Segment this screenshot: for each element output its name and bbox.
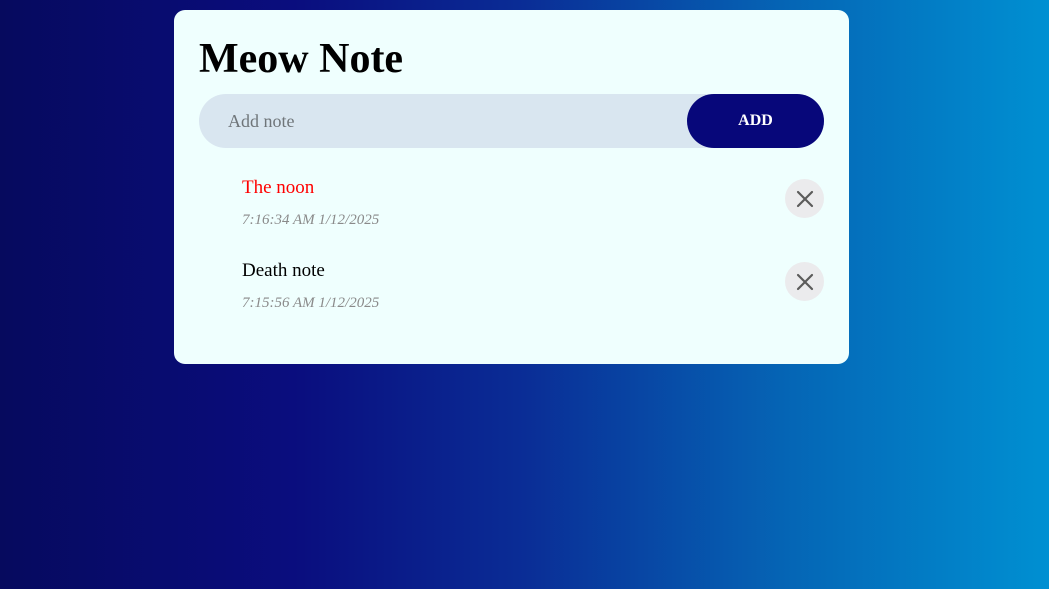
delete-note-button[interactable] xyxy=(785,262,824,301)
note-timestamp: 7:15:56 AM 1/12/2025 xyxy=(242,295,380,311)
close-icon xyxy=(796,190,813,207)
note-list: The noon 7:16:34 AM 1/12/2025 Death note… xyxy=(174,176,849,342)
app-title: Meow Note xyxy=(199,36,404,82)
close-icon xyxy=(796,273,813,290)
note-item: The noon 7:16:34 AM 1/12/2025 xyxy=(174,176,849,259)
delete-note-button[interactable] xyxy=(785,179,824,218)
note-text: Death note xyxy=(242,260,325,281)
add-note-bar: ADD xyxy=(199,94,824,148)
note-text: The noon xyxy=(242,177,315,198)
add-note-input[interactable] xyxy=(199,94,687,148)
note-item: Death note 7:15:56 AM 1/12/2025 xyxy=(174,259,849,342)
note-card: Meow Note ADD The noon 7:16:34 AM 1/12/2… xyxy=(174,10,849,364)
add-button[interactable]: ADD xyxy=(687,94,824,148)
note-timestamp: 7:16:34 AM 1/12/2025 xyxy=(242,212,380,228)
